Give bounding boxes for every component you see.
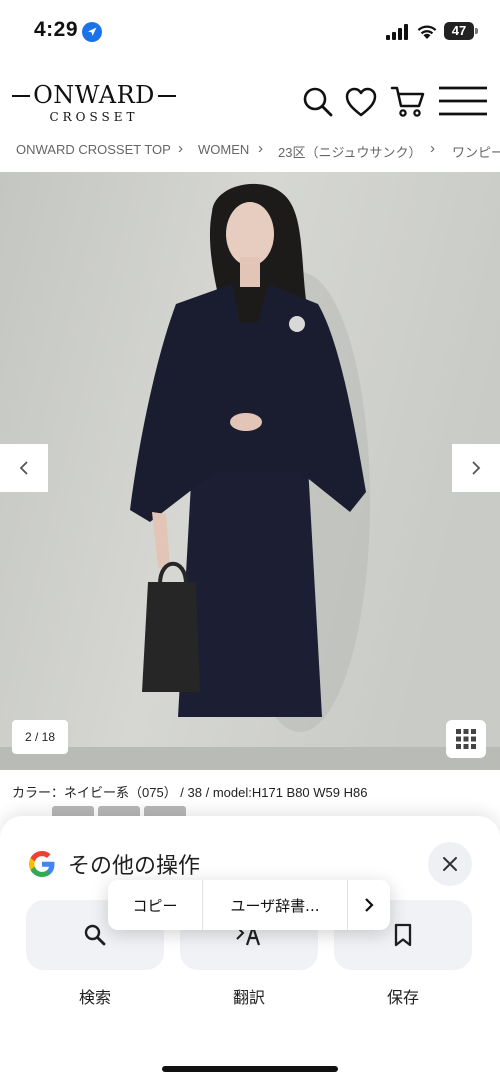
search-icon[interactable]: [302, 86, 334, 118]
translate-action-label: 翻訳: [232, 988, 265, 1007]
breadcrumb-category[interactable]: ワンピー: [452, 142, 500, 161]
close-icon: [443, 857, 457, 871]
text-selection-menu: コピー ユーザ辞書...: [108, 880, 390, 930]
cart-icon[interactable]: [390, 84, 426, 118]
product-image-carousel[interactable]: 2 / 18: [0, 172, 500, 770]
wifi-icon: [417, 25, 437, 39]
brand-logo[interactable]: ONWARD CROSSET: [12, 76, 176, 128]
cellular-signal-icon: [386, 24, 408, 40]
breadcrumb-brand[interactable]: 23区（ニジュウサンク）: [278, 142, 422, 161]
home-indicator[interactable]: [162, 1066, 338, 1072]
location-arrow-icon: [82, 22, 102, 42]
next-image-button[interactable]: [452, 444, 500, 492]
logo-subtitle: CROSSET: [49, 110, 139, 124]
breadcrumb-top[interactable]: ONWARD CROSSET TOP: [16, 142, 171, 157]
heart-icon[interactable]: [344, 86, 378, 118]
logo-rule-right: [158, 95, 176, 97]
menu-icon[interactable]: [438, 84, 488, 118]
battery-indicator: 47: [444, 22, 474, 40]
save-action-label: 保存: [386, 988, 419, 1007]
breadcrumb: ONWARD CROSSET TOP › WOMEN › 23区（ニジュウサンク…: [0, 139, 500, 163]
google-logo-icon: [29, 851, 55, 877]
close-button[interactable]: [428, 842, 472, 886]
google-actions-sheet: その他の操作 検索 翻訳 保存: [0, 816, 500, 1080]
search-action-label: 検索: [78, 988, 111, 1007]
more-menu-button[interactable]: [348, 880, 390, 930]
status-time: 4:29: [34, 18, 79, 41]
search-icon: [84, 924, 106, 946]
logo-rule-left: [12, 95, 30, 97]
bookmark-icon: [394, 923, 412, 947]
previous-image-button[interactable]: [0, 444, 48, 492]
chevron-right-icon: ›: [430, 140, 435, 157]
copy-menu-item[interactable]: コピー: [108, 880, 202, 930]
product-photo: [0, 172, 500, 770]
grid-icon: [456, 729, 476, 749]
user-dictionary-menu-item[interactable]: ユーザ辞書...: [203, 880, 347, 930]
image-counter: 2 / 18: [12, 720, 68, 754]
breadcrumb-women[interactable]: WOMEN: [198, 142, 249, 157]
chevron-right-icon: [472, 461, 481, 475]
chevron-right-icon: ›: [178, 140, 183, 157]
product-color-size-info: カラー：ネイビー系（075） / 38 / model:H171 B80 W59…: [12, 785, 368, 800]
chevron-left-icon: [19, 461, 28, 475]
site-header: ONWARD CROSSET: [0, 60, 500, 140]
sheet-title: その他の操作: [68, 854, 201, 879]
logo-wordmark: ONWARD: [33, 81, 155, 109]
status-bar: 4:29 47: [0, 0, 500, 60]
thumbnail-grid-button[interactable]: [446, 720, 486, 758]
chevron-right-icon: [365, 898, 374, 912]
battery-tip: [475, 28, 478, 34]
chevron-right-icon: ›: [258, 140, 263, 157]
